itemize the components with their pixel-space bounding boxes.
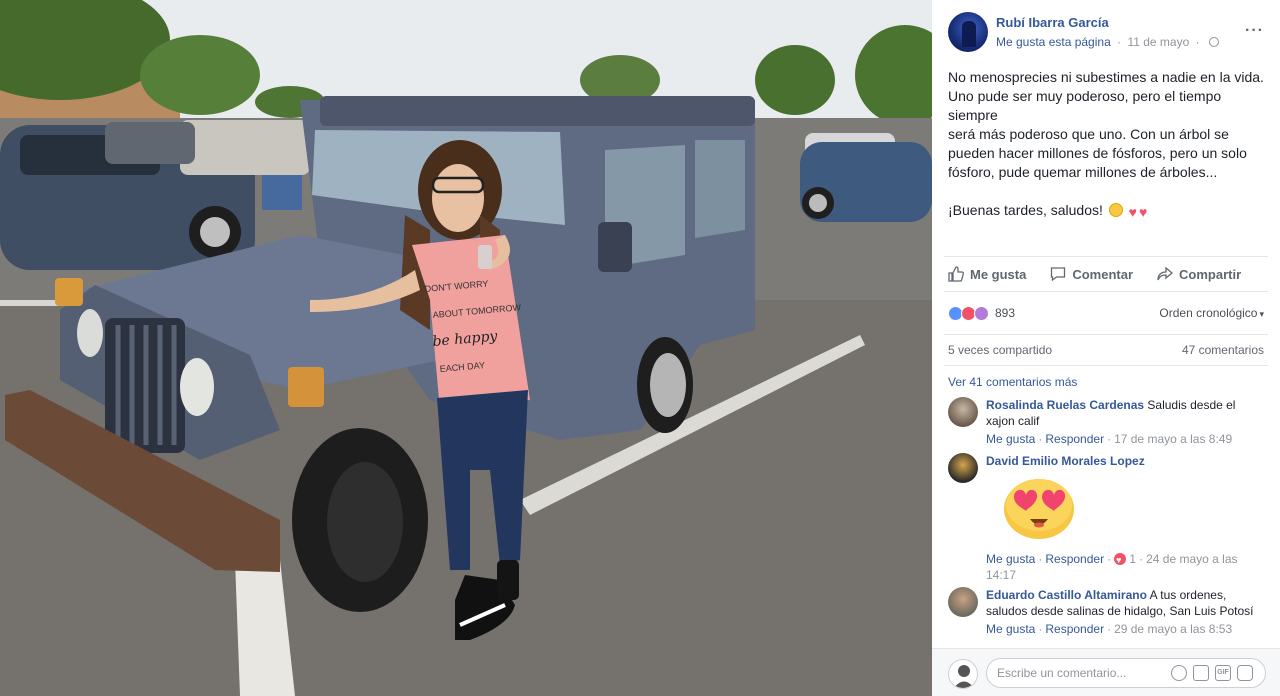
comment-time[interactable]: 17 de mayo a las 8:49 <box>1114 432 1232 446</box>
reaction-stats: 893 Orden cronológico <box>948 300 1264 326</box>
reactions-count: 893 <box>995 306 1016 320</box>
post-text-line: No menosprecies ni subestimes a nadie en… <box>948 69 1264 85</box>
post-text-line: Uno pude ser muy poderoso, pero el tiemp… <box>948 88 1222 123</box>
composer-icons: GIF <box>1171 665 1253 681</box>
comment-reaction-count[interactable]: 1 <box>1129 552 1136 566</box>
view-more-comments-link[interactable]: Ver 41 comentarios más <box>948 375 1077 389</box>
commenter-avatar[interactable] <box>948 397 978 427</box>
post-sidebar: Rubí Ibarra García Me gusta esta página … <box>932 0 1280 696</box>
wow-reaction-icon <box>974 305 989 321</box>
comment-composer: Escribe un comentario... GIF <box>932 648 1280 696</box>
post-text-line: fósforo, pude quemar millones de árboles… <box>948 164 1218 180</box>
comment-icon <box>1051 267 1066 282</box>
gif-icon[interactable]: GIF <box>1215 665 1231 681</box>
comment-like-link[interactable]: Me gusta <box>986 622 1035 636</box>
photo-canvas: DON'T WORRY ABOUT TOMORROW be happy EACH… <box>0 0 932 696</box>
comment-order-dropdown[interactable]: Orden cronológico <box>1159 306 1264 320</box>
share-comment-counts: 5 veces compartido 47 comentarios <box>944 334 1268 366</box>
share-label: Compartir <box>1179 266 1242 282</box>
commenter-avatar[interactable] <box>948 587 978 617</box>
comments-count[interactable]: 47 comentarios <box>1182 343 1264 357</box>
comment-reply-link[interactable]: Responder <box>1045 552 1104 566</box>
comment-input[interactable]: Escribe un comentario... GIF <box>986 658 1266 688</box>
emoji-icon[interactable] <box>1171 665 1187 681</box>
heart-emoji-icon: ♥ <box>1128 204 1137 220</box>
comment-button[interactable]: Comentar <box>1046 266 1133 282</box>
love-reaction-icon <box>1114 552 1127 568</box>
user-silhouette-icon <box>953 665 975 688</box>
comment-body: Eduardo Castillo Altamirano A tus ordene… <box>986 587 1266 619</box>
comment-label: Comentar <box>1072 266 1134 282</box>
post-text-line: será más poderoso que uno. Con un árbol … <box>948 126 1229 142</box>
commenter-name[interactable]: Rosalinda Ruelas Cardenas <box>986 398 1144 412</box>
heart-eyes-emoji-svg <box>1004 479 1074 539</box>
comment-footer: Me gusta · Responder · 29 de mayo a las 8:53 <box>986 622 1233 636</box>
camera-icon[interactable] <box>1193 665 1209 681</box>
comment-item: Rosalinda Ruelas Cardenas Saludis desde … <box>948 397 1266 447</box>
comment-like-link[interactable]: Me gusta <box>986 432 1035 446</box>
shares-count[interactable]: 5 veces compartido <box>948 343 1052 357</box>
comment-item: Eduardo Castillo Altamirano A tus ordene… <box>948 587 1266 637</box>
comment-body: David Emilio Morales Lopez <box>986 453 1266 469</box>
comment-footer: Me gusta·Responder· 1·24 de mayo a las 1… <box>986 551 1266 583</box>
comment-item: David Emilio Morales Lopez Me gusta · Resp… <box>948 453 1266 583</box>
thumbs-up-icon <box>948 266 964 282</box>
current-user-avatar[interactable] <box>948 659 978 689</box>
comment-time[interactable]: 29 de mayo a las 8:53 <box>1114 622 1232 636</box>
like-page-link[interactable]: Me gusta esta página <box>996 35 1111 49</box>
greeting-text: ¡Buenas tardes, saludos! <box>948 202 1103 218</box>
comment-like-link[interactable]: Me gusta <box>986 552 1035 566</box>
author-avatar[interactable] <box>948 12 988 52</box>
share-icon <box>1157 266 1174 281</box>
sticker-icon[interactable] <box>1237 665 1253 681</box>
heart-emoji-icon: ♥ <box>1138 204 1148 220</box>
smile-emoji-icon <box>1108 203 1123 217</box>
post-actions: Me gusta Comentar Compartir <box>944 256 1268 292</box>
commenter-name[interactable]: Eduardo Castillo Altamirano <box>986 588 1147 602</box>
like-label: Me gusta <box>970 266 1027 282</box>
reactions-summary[interactable]: 893 <box>948 305 1016 321</box>
commenter-name[interactable]: David Emilio Morales Lopez <box>986 454 1145 468</box>
share-button[interactable]: Compartir <box>1153 266 1241 282</box>
post-text: No menosprecies ni subestimes a nadie en… <box>932 62 1280 222</box>
post-greeting: ¡Buenas tardes, saludos! ♥ ♥ <box>948 201 1264 222</box>
author-name[interactable]: Rubí Ibarra García <box>996 15 1109 30</box>
post-date[interactable]: 11 de mayo <box>1127 35 1189 49</box>
post-photo[interactable]: DON'T WORRY ABOUT TOMORROW be happy EACH… <box>0 0 932 696</box>
post-meta: Me gusta esta página · 11 de mayo · <box>996 35 1219 49</box>
comment-reply-link[interactable]: Responder <box>1045 432 1104 446</box>
like-button[interactable]: Me gusta <box>944 266 1026 282</box>
commenter-avatar[interactable] <box>948 453 978 483</box>
globe-icon <box>1208 37 1219 47</box>
post-text-line: pueden hacer millones de fósforos, pero … <box>948 145 1247 161</box>
more-options-icon[interactable]: ··· <box>1245 22 1264 40</box>
comment-input-placeholder: Escribe un comentario... <box>997 666 1127 680</box>
post-header: Rubí Ibarra García Me gusta esta página … <box>932 0 1280 62</box>
comment-body: Rosalinda Ruelas Cardenas Saludis desde … <box>986 397 1266 429</box>
comment-reply-link[interactable]: Responder <box>1045 622 1104 636</box>
comment-footer: Me gusta · Responder · 17 de mayo a las 8:49 <box>986 432 1233 446</box>
heart-eyes-sticker-icon <box>1002 475 1076 539</box>
